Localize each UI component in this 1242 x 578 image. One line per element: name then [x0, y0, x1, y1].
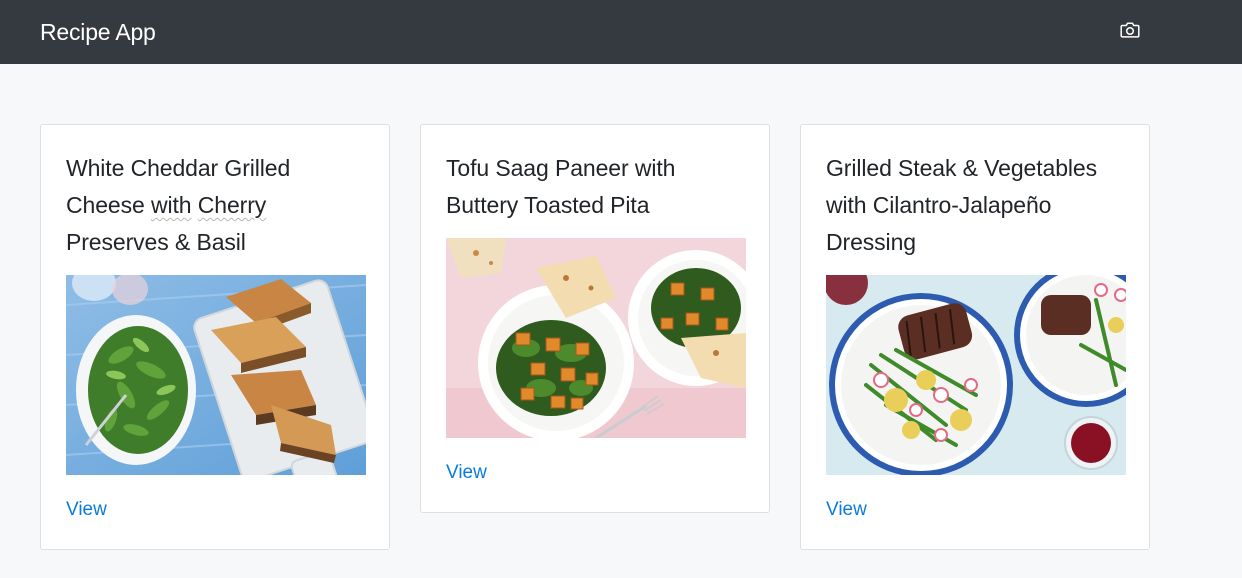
- recipe-list: White Cheddar Grilled Cheese with Cherry…: [40, 124, 1150, 550]
- view-link[interactable]: View: [826, 499, 867, 521]
- navbar: Recipe App: [0, 0, 1242, 64]
- view-link[interactable]: View: [66, 499, 107, 521]
- recipe-card: Tofu Saag Paneer with Buttery Toasted Pi…: [420, 124, 770, 513]
- steak-and-vegetables-photo: [826, 275, 1126, 475]
- recipe-title: Grilled Steak & Vegetables with Cilantro…: [826, 155, 1098, 255]
- view-link[interactable]: View: [446, 462, 487, 484]
- camera-icon[interactable]: [1118, 18, 1142, 42]
- recipe-title: White Cheddar Grilled Cheese with Cherry…: [66, 155, 291, 255]
- recipe-title: Tofu Saag Paneer with Buttery Toasted Pi…: [446, 155, 676, 218]
- recipe-card: White Cheddar Grilled Cheese with Cherry…: [40, 124, 390, 550]
- tofu-saag-paneer-photo: [446, 238, 746, 438]
- recipe-card: Grilled Steak & Vegetables with Cilantro…: [800, 124, 1150, 550]
- app-title[interactable]: Recipe App: [40, 19, 156, 46]
- grilled-cheese-and-salad-photo: [66, 275, 366, 475]
